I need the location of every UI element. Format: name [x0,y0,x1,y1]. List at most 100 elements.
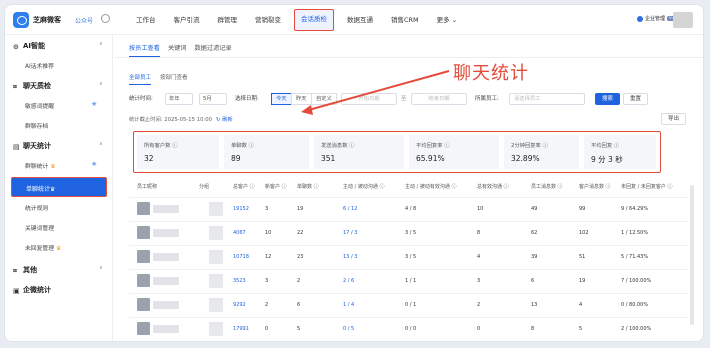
tabs: 按员工查看 关键词 数据过滤记录 [129,43,240,57]
granularity-select[interactable]: 年年 [165,93,193,105]
stats-summary: 所有客户数 ⓘ 32 单聊数 ⓘ 89 发送消息数 ⓘ 351 平均回复率 ⓘ 65.9… [133,131,661,173]
tab-filter-log[interactable]: 数据过滤记录 [195,43,232,57]
cell-unreplied: 1 / 12.50% [621,230,649,236]
col-chats[interactable]: 单聊数 ⓘ [297,183,319,190]
stat-deadline: 统计截止时间: 2025-05-15 10:00 ↻ 刷新 [129,117,233,123]
stats-icon: ▤ [13,143,20,151]
nav-item-workbench[interactable]: 工作台 [127,5,165,35]
col-active-passive[interactable]: 主动 / 被动沟通 ⓘ [343,183,384,190]
stat-card-reply-rate: 平均回复率 ⓘ 65.91% [409,135,499,169]
brand-subtitle[interactable]: 公众号 [75,16,93,25]
nav-item-session-qc[interactable]: 会话质检 [294,9,334,31]
cell-active-passive[interactable]: 13 / 3 [343,254,357,260]
col-customer-msgs[interactable]: 客户消息数 ⓘ [579,183,611,190]
end-date-input[interactable]: 结束日期 [411,93,467,105]
subtab-by-department[interactable]: 按部门查看 [160,73,188,85]
col-staff-msgs[interactable]: 员工消息数 ⓘ [531,183,563,190]
table-row[interactable]: 9292 2 6 1 / 4 0 / 1 2 13 4 0 / 80.00% [129,293,689,315]
cell-active-passive[interactable]: 1 / 4 [343,302,354,308]
sidebar-item-rules[interactable]: 统计规则 [25,203,48,212]
sidebar-group-other[interactable]: ⌗ 其他 ∨ [13,265,103,275]
sidebar-item-group-stats[interactable]: 群聊统计 ♛ ★ [25,160,97,170]
cell-staff-msgs: 39 [531,254,538,260]
avatar[interactable] [673,12,693,28]
col-total[interactable]: 总客户 ⓘ [233,183,255,190]
group-redacted [209,250,223,264]
export-button[interactable]: 导出 [661,113,687,125]
col-nickname[interactable]: 员工昵称 [137,183,157,190]
cell-total[interactable]: 3523 [233,278,246,284]
reset-button[interactable]: 重置 [623,93,649,105]
cell-total[interactable]: 19152 [233,206,249,212]
date-label: 选择日期: [235,96,259,102]
nav-item-crm[interactable]: 销售CRM [382,5,428,35]
yesterday-button[interactable]: 昨天 [291,93,312,105]
col-group[interactable]: 分组 [199,183,209,190]
cell-active-passive[interactable]: 17 / 3 [343,230,357,236]
cell-total[interactable]: 9292 [233,302,246,308]
table-row[interactable]: 19152 3 19 6 / 12 4 / 8 10 49 99 9 / 64.29% [129,197,689,219]
nav-item-customer[interactable]: 客户引流 [165,5,209,35]
nav-item-group[interactable]: 群管理 [209,5,247,35]
tab-keywords[interactable]: 关键词 [168,43,187,57]
employee-label: 所属员工: [475,96,499,102]
table-row[interactable]: 3523 3 2 2 / 6 1 / 1 3 6 19 7 / 100.00% [129,269,689,291]
col-total-effective[interactable]: 总有效沟通 ⓘ [477,183,509,190]
today-button[interactable]: 今天 [271,93,292,105]
sidebar-item-keywords[interactable]: 关键词管理 [25,223,54,232]
nav-item-marketing[interactable]: 营销裂变 [246,5,290,35]
table-row[interactable]: 10718 12 23 13 / 3 3 / 5 4 39 51 5 / 71.43% [129,245,689,267]
employee-select[interactable]: 请选择员工 [509,93,585,105]
cell-chats: 19 [297,206,304,212]
cell-customer-msgs: 99 [579,206,586,212]
col-unreplied[interactable]: 未回复 / 未回复客户 ⓘ [621,183,672,190]
cell-unreplied: 2 / 100.00% [621,326,652,332]
nav-item-data[interactable]: 数据互通 [338,5,382,35]
user-chip[interactable]: 企业管理 v3 [637,15,677,22]
sidebar-group-ai[interactable]: ⊙ AI智能 ∧ [13,41,103,51]
cell-active-passive[interactable]: 2 / 6 [343,278,354,284]
table-row[interactable]: 4067 10 22 17 / 3 3 / 5 8 62 102 1 / 12.50% [129,221,689,243]
cell-active-passive[interactable]: 0 / 5 [343,326,354,332]
sidebar-item-sensitive[interactable]: 敏感词提醒 ★ [25,100,97,110]
tab-by-employee[interactable]: 按员工查看 [129,43,160,57]
month-select[interactable]: 5月 [199,93,227,105]
search-button[interactable]: 搜索 [595,93,621,105]
sidebar-item-unreplied[interactable]: 未回复管理 ♛ [25,243,61,252]
start-date-input[interactable]: 开始日期 [341,93,397,105]
clock-icon[interactable] [101,14,110,23]
employee-name-redacted [153,277,179,285]
sidebar-group-chat-qc[interactable]: ⌗ 聊天质检 ∧ [13,81,103,91]
sidebar-item-single-stats[interactable]: 单聊统计♛ [11,177,107,197]
cell-new: 3 [265,206,269,212]
cell-effective: 4 / 8 [405,206,417,212]
cell-total[interactable]: 17991 [233,326,249,332]
stat-card-messages: 发送消息数 ⓘ 351 [314,135,404,169]
cell-customer-msgs: 5 [579,326,583,332]
table-scrollbar[interactable] [690,185,694,325]
cell-unreplied: 7 / 100.00% [621,278,652,284]
star-icon[interactable]: ★ [91,160,97,168]
star-icon[interactable]: ★ [91,100,97,108]
table-row[interactable]: 17991 0 5 0 / 5 0 / 0 0 8 5 2 / 100.00% [129,317,689,339]
subtab-all-employees[interactable]: 全部员工 [129,73,152,85]
sidebar-group-wecom[interactable]: ▣ 企微统计 [13,285,51,295]
sidebar-item-ai-script[interactable]: AI话术推荐 [25,61,54,70]
main-content: 按员工查看 关键词 数据过滤记录 全部员工 按部门查看 统计时间: 年年 5月 … [115,35,703,341]
cell-unreplied: 0 / 80.00% [621,302,649,308]
refresh-link[interactable]: ↻ 刷新 [216,117,233,123]
cell-total-effective: 3 [477,278,481,284]
cell-active-passive[interactable]: 6 / 12 [343,206,357,212]
nav-item-more[interactable]: 更多 ⌄ [428,5,467,35]
col-effective[interactable]: 主动 / 被动有效沟通 ⓘ [405,183,456,190]
sidebar-item-archive[interactable]: 群聊存档 [25,121,48,130]
cell-total[interactable]: 10718 [233,254,249,260]
custom-button[interactable]: 自定义 [311,93,337,105]
col-new[interactable]: 新客户 ⓘ [265,183,287,190]
subtabs: 全部员工 按部门查看 [129,73,197,85]
cell-total[interactable]: 4067 [233,230,246,236]
sidebar-group-chat-stats[interactable]: ▤ 聊天统计 ∧ [13,141,103,151]
date-separator: 至 [401,96,407,102]
chevron-up-icon: ∧ [99,41,103,47]
stat-card-chats: 单聊数 ⓘ 89 [224,135,309,169]
